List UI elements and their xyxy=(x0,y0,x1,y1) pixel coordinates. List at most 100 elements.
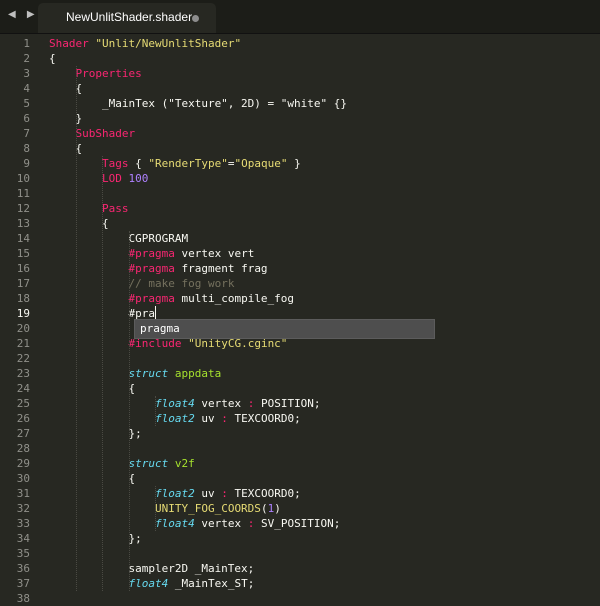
code-token: #pragma xyxy=(128,247,175,260)
line-number: 3 xyxy=(23,67,30,80)
code-token: vertex xyxy=(194,517,248,530)
code-token: float4 xyxy=(154,517,195,530)
code-token: ( xyxy=(260,502,268,515)
code-token: SubShader xyxy=(75,127,136,140)
code-token: "RenderType" xyxy=(148,157,228,170)
code-token: struct xyxy=(128,457,169,470)
line-number: 29 xyxy=(16,457,30,470)
line-number: 14 xyxy=(16,232,30,245)
code-line: _MainTex ("Texture", 2D) = "white" {} xyxy=(49,96,347,111)
code-token: UNITY_FOG_COORDS xyxy=(154,502,261,515)
tab-nav-arrows[interactable]: ◀ ▶ xyxy=(8,9,39,20)
code-token: Pass xyxy=(101,202,129,215)
code-line: float4 vertex : POSITION; xyxy=(49,396,321,411)
code-token: float2 xyxy=(154,412,195,425)
code-line: LOD 100 xyxy=(49,171,148,186)
code-token: { xyxy=(49,472,136,485)
code-token: // make fog work xyxy=(128,277,235,290)
line-number: 32 xyxy=(16,502,30,515)
code-token: }; xyxy=(49,532,142,545)
text-cursor xyxy=(155,306,156,320)
code-line: SubShader xyxy=(49,126,136,141)
line-number-gutter: 1 2 3 4 5 6 7 8 9 10 11 12 13 14 15 16 17 18 19 20 21 22 23 24 2… xyxy=(0,34,40,605)
line-number: 10 xyxy=(16,172,30,185)
code-line: float2 uv : TEXCOORD0; xyxy=(49,486,301,501)
autocomplete-popup: pragma xyxy=(134,319,435,339)
line-number: 21 xyxy=(16,337,30,350)
tab-new-unlit-shader[interactable]: NewUnlitShader.shader xyxy=(38,3,216,33)
line-number: 19 xyxy=(16,307,30,320)
code-token: vertex xyxy=(194,397,248,410)
code-token: 100 xyxy=(128,172,149,185)
code-token: float2 xyxy=(154,487,195,500)
indent-guide xyxy=(102,156,103,591)
line-number: 18 xyxy=(16,292,30,305)
code-token: { xyxy=(128,157,149,170)
line-number: 6 xyxy=(23,112,30,125)
code-token: v2f xyxy=(174,457,195,470)
code-line: { xyxy=(49,216,109,231)
code-token: { xyxy=(49,142,83,155)
line-number: 23 xyxy=(16,367,30,380)
code-line: #pragma vertex vert xyxy=(49,246,254,261)
code-line: Tags { "RenderType"="Opaque" } xyxy=(49,156,301,171)
unsaved-dot-icon[interactable] xyxy=(192,15,199,22)
line-number: 16 xyxy=(16,262,30,275)
line-number: 31 xyxy=(16,487,30,500)
code-token: } xyxy=(49,112,83,125)
code-token: appdata xyxy=(174,367,222,380)
code-token: : xyxy=(221,412,228,425)
line-number: 5 xyxy=(23,97,30,110)
line-number: 28 xyxy=(16,442,30,455)
code-line: float2 uv : TEXCOORD0; xyxy=(49,411,301,426)
code-token: #pragma xyxy=(128,262,175,275)
code-token: float4 xyxy=(154,397,195,410)
code-editor[interactable]: Shader "Unlit/NewUnlitShader"{ Propertie… xyxy=(49,34,594,600)
line-number: 7 xyxy=(23,127,30,140)
code-line: float4 vertex : SV_POSITION; xyxy=(49,516,340,531)
code-token: Tags xyxy=(101,157,129,170)
line-number: 2 xyxy=(23,52,30,65)
code-token: SV_POSITION; xyxy=(254,517,341,530)
line-number: 25 xyxy=(16,397,30,410)
code-token: "Unlit/NewUnlitShader" xyxy=(95,37,242,50)
code-line: struct v2f xyxy=(49,456,195,471)
line-number: 22 xyxy=(16,352,30,365)
code-line: Pass xyxy=(49,201,129,216)
code-line: { xyxy=(49,381,135,396)
code-token: vertex vert xyxy=(174,247,255,260)
code-line: } xyxy=(49,111,82,126)
code-token: multi_compile_fog xyxy=(174,292,295,305)
line-number: 34 xyxy=(16,532,30,545)
line-number: 13 xyxy=(16,217,30,230)
line-number: 1 xyxy=(23,37,30,50)
line-number: 38 xyxy=(16,592,30,605)
code-line: { xyxy=(49,51,56,66)
code-line: { xyxy=(49,81,82,96)
code-token: }; xyxy=(49,427,142,440)
code-token: TEXCOORD0; xyxy=(227,487,301,500)
autocomplete-item-pragma[interactable]: pragma xyxy=(140,321,180,336)
code-token: { xyxy=(49,217,109,230)
code-token: ) xyxy=(274,502,281,515)
line-number: 24 xyxy=(16,382,30,395)
code-line: { xyxy=(49,471,135,486)
code-token: _MainTex_ST; xyxy=(168,577,255,590)
line-number: 12 xyxy=(16,202,30,215)
code-line: Properties xyxy=(49,66,142,81)
code-line: { xyxy=(49,141,82,156)
line-number: 26 xyxy=(16,412,30,425)
code-line: #pragma fragment frag xyxy=(49,261,268,276)
line-number: 35 xyxy=(16,547,30,560)
code-token: fragment frag xyxy=(174,262,268,275)
code-token: : xyxy=(221,487,228,500)
indent-guide xyxy=(76,66,77,591)
code-line: CGPROGRAM xyxy=(49,231,188,246)
